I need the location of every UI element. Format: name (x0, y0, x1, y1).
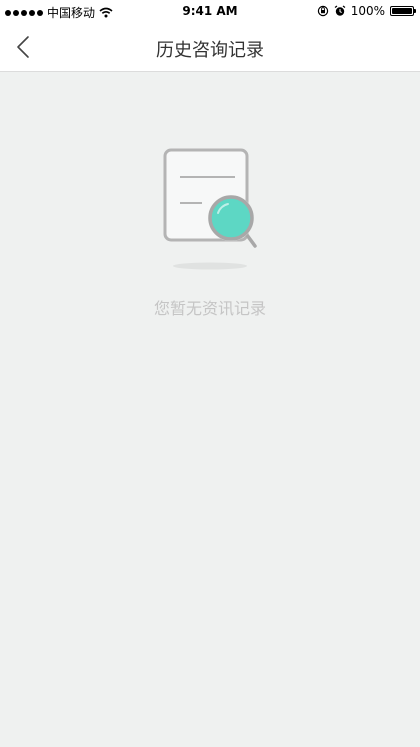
page-title: 历史咨询记录 (156, 40, 264, 61)
battery-icon (390, 6, 416, 16)
alarm-icon (334, 5, 346, 16)
empty-state-message: 您暂无资讯记录 (153, 299, 266, 318)
battery-percentage: 100% (350, 4, 385, 18)
top-bar: 中国移动 9:41 AM 100% 历史咨询记录 (0, 0, 420, 72)
status-bar-right: 100% (317, 4, 416, 18)
orientation-lock-icon (317, 5, 328, 17)
battery-fill (392, 8, 412, 14)
document-search-icon (163, 148, 257, 270)
navigation-bar: 历史咨询记录 (0, 22, 420, 72)
status-bar: 中国移动 9:41 AM 100% (0, 0, 420, 22)
empty-state-illustration (160, 145, 260, 275)
